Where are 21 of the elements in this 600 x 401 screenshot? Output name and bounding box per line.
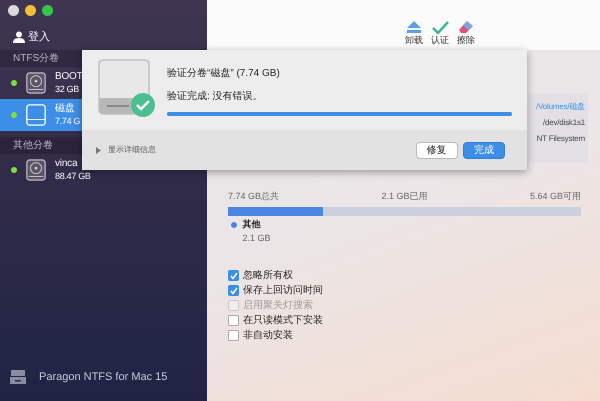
option-label: 启用聚关灯搜索 — [243, 298, 313, 314]
dialog-title: 验证分卷“磁盘” (7.74 GB) — [167, 67, 281, 81]
app-name: Paragon NTFS for Mac 15 — [39, 370, 168, 384]
volume-size: 32 GB — [55, 83, 80, 95]
option-label: 保存上回访问时间 — [243, 284, 323, 298]
option-label: 非自动安装 — [243, 328, 293, 344]
total-size: 7.74 GB总共 — [228, 190, 280, 203]
option-label: 在只读模式下安装 — [243, 314, 323, 328]
volume-name: 磁盘 — [55, 103, 76, 115]
volume-name: BOOT — [55, 71, 83, 83]
volume-size: 7.74 G — [55, 115, 80, 127]
dialog-message: 验证完成: 没有错误。 — [167, 90, 264, 104]
free-size: 5.64 GB可用 — [530, 190, 581, 203]
volume-name: vinca — [55, 158, 78, 170]
volume-size: 88.47 GB — [55, 170, 91, 182]
option-label: 忽略所有权 — [243, 268, 293, 284]
info-text: /dev/disk1s1 — [542, 117, 585, 129]
legend-size: 2.1 GB — [242, 232, 271, 245]
used-size: 2.1 GB已用 — [381, 190, 428, 203]
info-text: NT Filesystem — [536, 133, 585, 145]
legend-name: 其他 — [242, 218, 262, 232]
